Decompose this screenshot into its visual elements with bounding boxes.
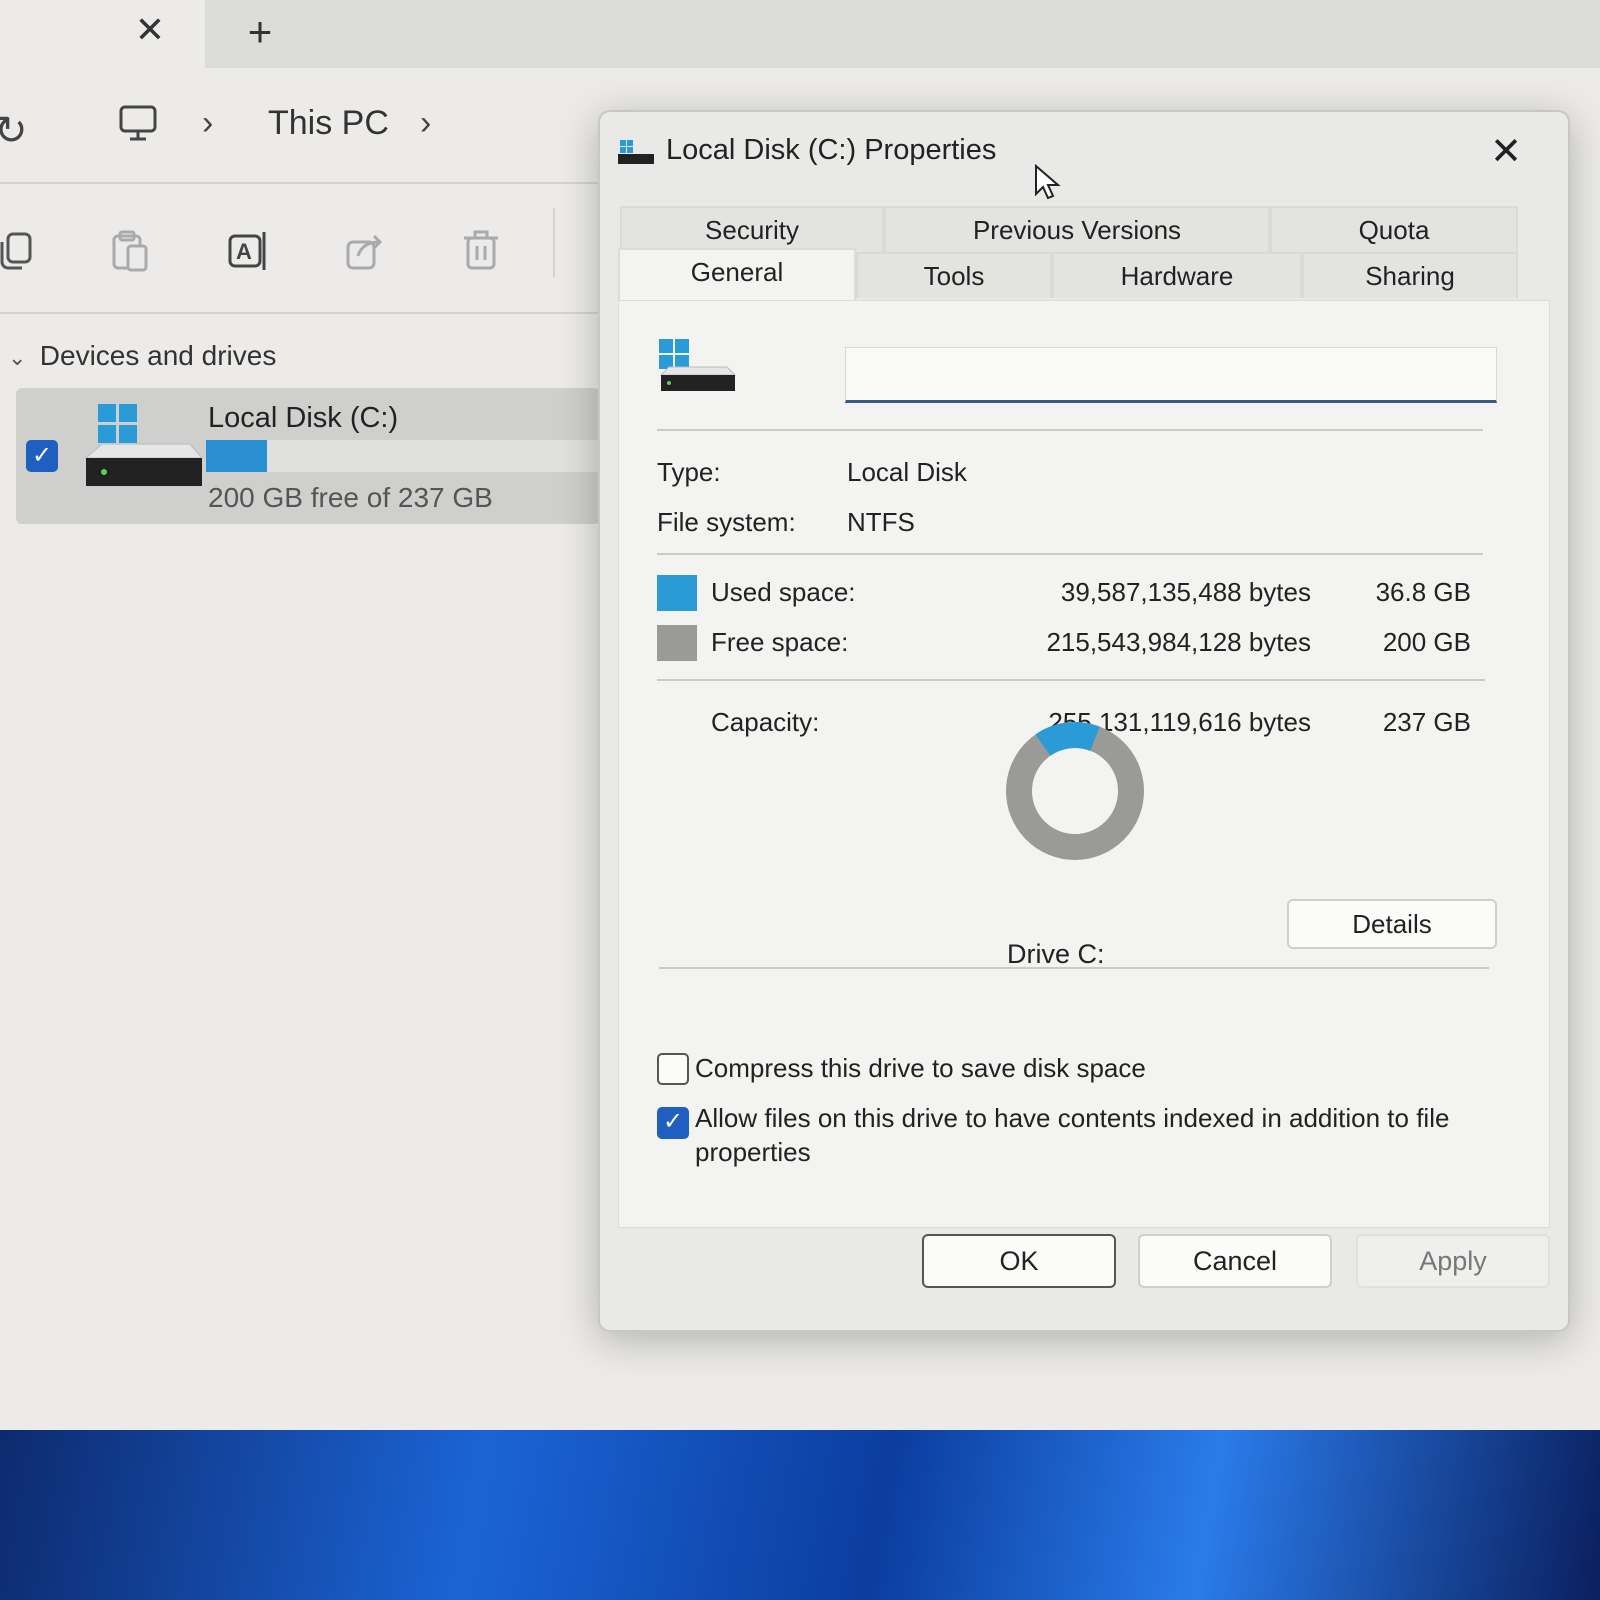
checkbox-checked-icon[interactable]: ✓: [26, 440, 58, 472]
drive-c-label: Drive C:: [1007, 939, 1105, 969]
windows-drive-icon: [659, 339, 737, 391]
capacity-label: Capacity:: [711, 707, 820, 737]
drive-usage-fill: [206, 440, 268, 472]
paste-icon[interactable]: [108, 228, 154, 274]
copy-icon[interactable]: [0, 228, 42, 274]
free-space-label: Free space:: [711, 627, 849, 657]
index-label[interactable]: Allow files on this drive to have conten…: [695, 1101, 1485, 1169]
free-space-bytes: 215,543,984,128 bytes: [1046, 627, 1311, 657]
tab-sharing[interactable]: Sharing: [1302, 252, 1518, 298]
close-icon[interactable]: ✕: [1480, 126, 1532, 178]
refresh-icon[interactable]: ↻: [0, 108, 28, 154]
free-space-size: 200 GB: [1382, 627, 1471, 657]
used-space-label: Used space:: [711, 577, 856, 607]
used-space-swatch: [657, 575, 697, 611]
this-pc-icon[interactable]: [118, 104, 158, 149]
divider: [659, 967, 1489, 969]
dialog-title: Local Disk (C:) Properties: [666, 134, 997, 166]
tab-quota[interactable]: Quota: [1270, 206, 1518, 252]
explorer-tab[interactable]: ✕: [0, 0, 205, 68]
breadcrumb-this-pc[interactable]: This PC: [268, 104, 389, 143]
drive-name: Local Disk (C:): [208, 402, 399, 434]
disk-usage-donut: [1006, 722, 1144, 860]
section-title: Devices and drives: [39, 340, 277, 371]
breadcrumb-separator[interactable]: ›: [202, 104, 213, 143]
divider: [657, 429, 1483, 431]
rename-icon[interactable]: A: [226, 228, 272, 274]
free-space-ring: [1006, 722, 1144, 860]
drive-label-input[interactable]: [845, 347, 1497, 403]
address-bar: ↻ › This PC ›: [0, 68, 600, 184]
chevron-down-icon[interactable]: ⌄: [8, 345, 32, 371]
free-space-swatch: [657, 625, 697, 661]
type-value: Local Disk: [847, 457, 967, 487]
tab-bar: ✕ +: [0, 0, 1600, 68]
delete-icon[interactable]: [458, 228, 504, 274]
windows-drive-icon: [84, 404, 204, 486]
drive-item-local-disk-c[interactable]: ✓ Local Disk (C:) 200 GB free of 237 GB: [16, 388, 600, 524]
apply-button[interactable]: Apply: [1356, 1234, 1550, 1288]
drive-usage-bar: [206, 440, 600, 472]
compress-checkbox[interactable]: [657, 1053, 689, 1085]
tab-tools[interactable]: Tools: [856, 252, 1052, 298]
desktop-wallpaper: [0, 1430, 1600, 1600]
drive-free-space: 200 GB free of 237 GB: [208, 482, 493, 513]
close-tab-icon[interactable]: ✕: [130, 10, 170, 50]
file-system-value: NTFS: [847, 507, 915, 537]
breadcrumb-separator[interactable]: ›: [420, 104, 431, 143]
mouse-cursor-icon: [1035, 164, 1061, 200]
ok-button[interactable]: OK: [922, 1234, 1116, 1288]
used-space-size: 36.8 GB: [1375, 577, 1471, 607]
type-label: Type:: [657, 457, 721, 487]
file-system-label: File system:: [657, 507, 796, 537]
share-icon[interactable]: [342, 228, 388, 274]
cancel-button[interactable]: Cancel: [1138, 1234, 1332, 1288]
capacity-size: 237 GB: [1382, 707, 1471, 737]
drive-title-icon: [618, 140, 654, 164]
divider: [657, 553, 1483, 555]
tab-hardware[interactable]: Hardware: [1052, 252, 1302, 298]
divider: [657, 679, 1485, 681]
used-space-bytes: 39,587,135,488 bytes: [1060, 577, 1311, 607]
tab-general[interactable]: General: [618, 248, 856, 300]
command-bar: A: [0, 186, 600, 314]
new-tab-icon[interactable]: +: [238, 10, 282, 54]
properties-dialog: Local Disk (C:) Properties ✕ Security Pr…: [598, 110, 1570, 1332]
devices-and-drives-header[interactable]: ⌄ Devices and drives: [8, 340, 276, 372]
details-button[interactable]: Details: [1287, 899, 1497, 949]
tab-security[interactable]: Security: [620, 206, 884, 252]
toolbar-divider: [553, 208, 555, 278]
index-checkbox[interactable]: ✓: [657, 1107, 689, 1139]
tab-previous-versions[interactable]: Previous Versions: [884, 206, 1270, 252]
svg-text:A: A: [236, 239, 252, 264]
general-tab-panel: Type: Local Disk File system: NTFS Used …: [618, 300, 1550, 1228]
compress-label[interactable]: Compress this drive to save disk space: [695, 1051, 1495, 1085]
